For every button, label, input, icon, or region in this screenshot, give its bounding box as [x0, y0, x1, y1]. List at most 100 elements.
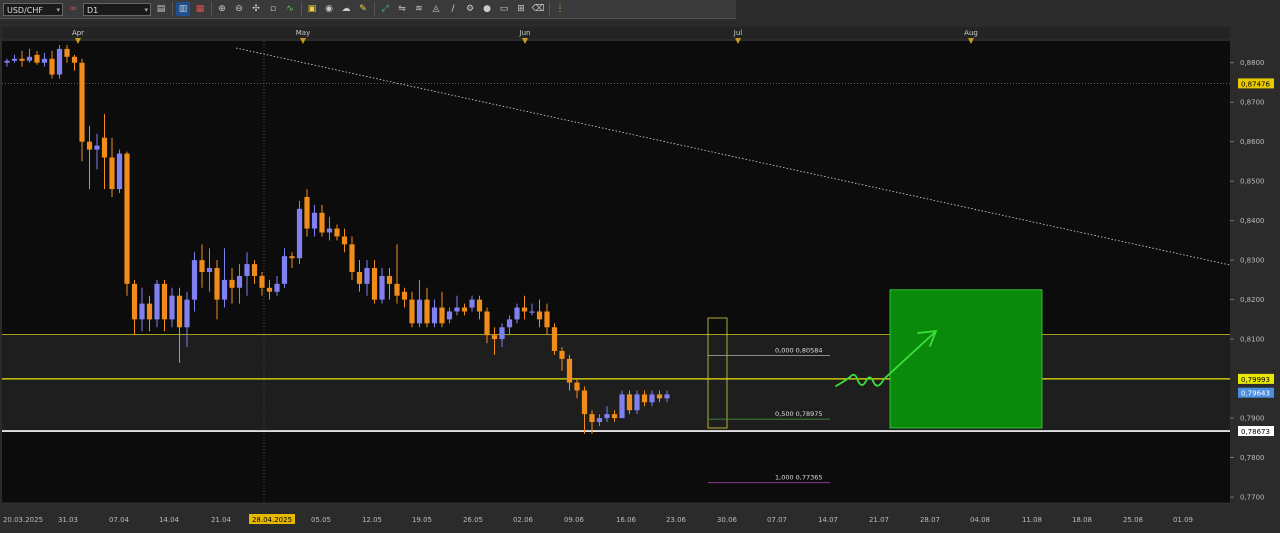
- toolbar-separator: [211, 2, 212, 16]
- price-chart[interactable]: Apr May Jun Jul Aug 0,000 0,80584 0,500 0,789…: [0, 19, 1280, 529]
- monitor-icon[interactable]: ▭: [497, 2, 511, 16]
- candle-body: [589, 414, 595, 423]
- date-label: 21.04: [211, 516, 232, 524]
- candle-body: [266, 287, 273, 292]
- date-label: 26.05: [463, 516, 483, 524]
- candle-body: [461, 307, 468, 312]
- date-label: 18.08: [1072, 516, 1092, 524]
- channel-tool-icon[interactable]: ⇋: [395, 2, 409, 16]
- timeframe-value: D1: [87, 5, 99, 15]
- text-tool-icon[interactable]: ∕: [446, 2, 460, 16]
- symbol-select[interactable]: USD/CHF ▾: [3, 2, 63, 16]
- candle-body: [409, 299, 415, 324]
- price-tag-label: 0,79643: [1241, 390, 1270, 398]
- candle-body: [439, 307, 445, 324]
- candle-body: [296, 208, 303, 259]
- line-tool-icon[interactable]: ⤢: [378, 2, 392, 16]
- chart-type-icon[interactable]: ▤: [154, 2, 168, 16]
- price-tick-label: 0,8800: [1240, 59, 1265, 67]
- toolbar-separator: [374, 2, 375, 16]
- candle-body: [341, 236, 348, 245]
- candle-body: [581, 390, 588, 415]
- month-label: Jun: [519, 29, 531, 37]
- candle: [124, 151, 130, 296]
- cloud-icon[interactable]: ☁: [339, 2, 353, 16]
- grid-icon[interactable]: ▫: [266, 2, 280, 16]
- display-icon[interactable]: ⊞: [514, 2, 528, 16]
- candle-body: [131, 283, 138, 320]
- candle-body: [71, 56, 78, 63]
- date-label: 09.06: [564, 516, 585, 524]
- screenshot-icon[interactable]: ◉: [322, 2, 336, 16]
- zoom-out-icon[interactable]: ⊖: [232, 2, 246, 16]
- candle-body: [424, 299, 430, 324]
- candle-body: [334, 228, 340, 237]
- candle-body: [41, 58, 48, 63]
- chart-svg[interactable]: Apr May Jun Jul Aug 0,000 0,80584 0,500 0,789…: [0, 19, 1280, 529]
- candle-body: [559, 350, 565, 359]
- candle-body: [386, 275, 393, 284]
- settings-icon[interactable]: ⚙: [463, 2, 477, 16]
- candle-body: [664, 394, 670, 399]
- candle: [551, 323, 558, 355]
- timeframe-select[interactable]: D1 ▾: [83, 2, 151, 16]
- date-label: 16.06: [616, 516, 637, 524]
- candle-body: [86, 141, 93, 150]
- toolbar-separator: [172, 2, 173, 16]
- price-tick-label: 0,7700: [1240, 494, 1265, 502]
- price-tick-label: 0,8500: [1240, 178, 1265, 186]
- circle-tool-icon[interactable]: ●: [480, 2, 494, 16]
- more-icon[interactable]: ⋮: [553, 2, 567, 16]
- candle-body: [161, 283, 168, 320]
- candle-body: [566, 358, 573, 383]
- candle-body: [11, 58, 18, 61]
- link-icon[interactable]: ∞: [66, 2, 80, 16]
- candle-body: [401, 291, 408, 300]
- symbol-value: USD/CHF: [7, 5, 43, 15]
- indicator-icon[interactable]: ∿: [283, 2, 297, 16]
- crosshair-icon[interactable]: ✣: [249, 2, 263, 16]
- date-label: 30.06: [717, 516, 738, 524]
- candle-body: [139, 303, 145, 320]
- candle-body: [274, 283, 280, 292]
- price-tick-label: 0,8400: [1240, 217, 1265, 225]
- candle-body: [446, 311, 453, 320]
- line-style-icon[interactable]: ▦: [193, 2, 207, 16]
- date-label: 05.05: [311, 516, 331, 524]
- shapes-icon[interactable]: ◬: [429, 2, 443, 16]
- candle-body: [514, 307, 520, 320]
- template-icon[interactable]: ▣: [305, 2, 319, 16]
- candle-body: [491, 335, 498, 340]
- candle-body: [206, 268, 213, 272]
- month-label: Aug: [964, 29, 978, 37]
- candle-body: [34, 54, 40, 63]
- candle-body: [109, 157, 115, 190]
- candle-body: [416, 299, 423, 324]
- candle-body: [304, 196, 310, 229]
- candle-body: [611, 414, 618, 419]
- candle-body: [64, 48, 70, 57]
- zoom-in-icon[interactable]: ⊕: [215, 2, 229, 16]
- date-label: 20.03.2025: [3, 516, 43, 524]
- timeline-strip: [2, 27, 1230, 39]
- pencil-icon[interactable]: ✎: [356, 2, 370, 16]
- candle-body: [649, 394, 655, 403]
- candle-body: [251, 264, 258, 276]
- price-tag-label: 0,87476: [1241, 80, 1270, 88]
- target-zone: [889, 289, 1043, 429]
- candle-body: [454, 307, 460, 312]
- eraser-icon[interactable]: ⌫: [531, 2, 545, 16]
- price-tick-label: 0,7800: [1240, 454, 1265, 462]
- date-label: 01.09: [1173, 516, 1193, 524]
- bar-style-icon[interactable]: ▥: [176, 2, 190, 16]
- candle-body: [326, 228, 333, 233]
- date-label: 12.05: [362, 516, 382, 524]
- candle-body: [371, 268, 378, 300]
- price-tick-label: 0,7900: [1240, 415, 1265, 423]
- candle: [296, 200, 303, 265]
- candle-body: [191, 260, 198, 300]
- candle-body: [656, 394, 663, 399]
- plot-background: [2, 41, 1230, 503]
- toolbar-separator: [301, 2, 302, 16]
- fibo-tool-icon[interactable]: ≋: [412, 2, 426, 16]
